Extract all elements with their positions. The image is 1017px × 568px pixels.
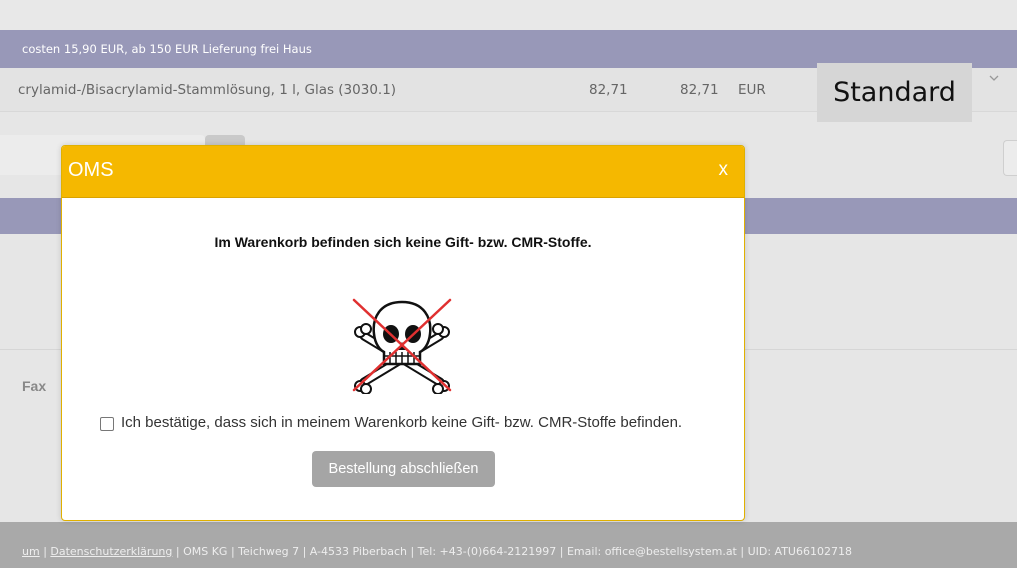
footer-privacy-link[interactable]: Datenschutzerklärung (50, 545, 172, 558)
confirm-label[interactable]: Ich bestätige, dass sich in meinem Waren… (121, 414, 682, 431)
page-footer: um | Datenschutzerklärung | OMS KG | Tei… (0, 522, 1017, 568)
product-total-price: 82,71 (680, 82, 719, 98)
footer-company-info: | OMS KG | Teichweg 7 | A-4533 Piberbach… (175, 545, 852, 558)
confirm-checkbox[interactable] (100, 417, 114, 431)
submit-order-button[interactable]: Bestellung abschließen (312, 451, 495, 487)
product-name: crylamid-/Bisacrylamid-Stammlösung, 1 l,… (18, 82, 397, 98)
product-unit-price: 82,71 (589, 82, 628, 98)
modal-header: OMS x (62, 146, 744, 198)
shipping-type-tooltip: Standard (817, 63, 972, 122)
product-currency: EUR (738, 82, 766, 98)
chevron-down-icon[interactable] (985, 68, 1003, 88)
background-right-control[interactable] (1003, 140, 1017, 176)
modal-message: Im Warenkorb befinden sich keine Gift- b… (214, 234, 592, 250)
skull-crossed-out-icon (350, 296, 454, 394)
modal-close-button[interactable]: x (719, 159, 729, 181)
fax-label: Fax (22, 378, 47, 394)
footer-impressum-link[interactable]: um (22, 545, 40, 558)
hazard-check-modal: OMS x Im Warenkorb befinden sich keine G… (61, 145, 745, 521)
modal-title: OMS (68, 159, 114, 181)
page-top-band (0, 0, 1017, 30)
shipping-info-text: costen 15,90 EUR, ab 150 EUR Lieferung f… (22, 42, 312, 56)
